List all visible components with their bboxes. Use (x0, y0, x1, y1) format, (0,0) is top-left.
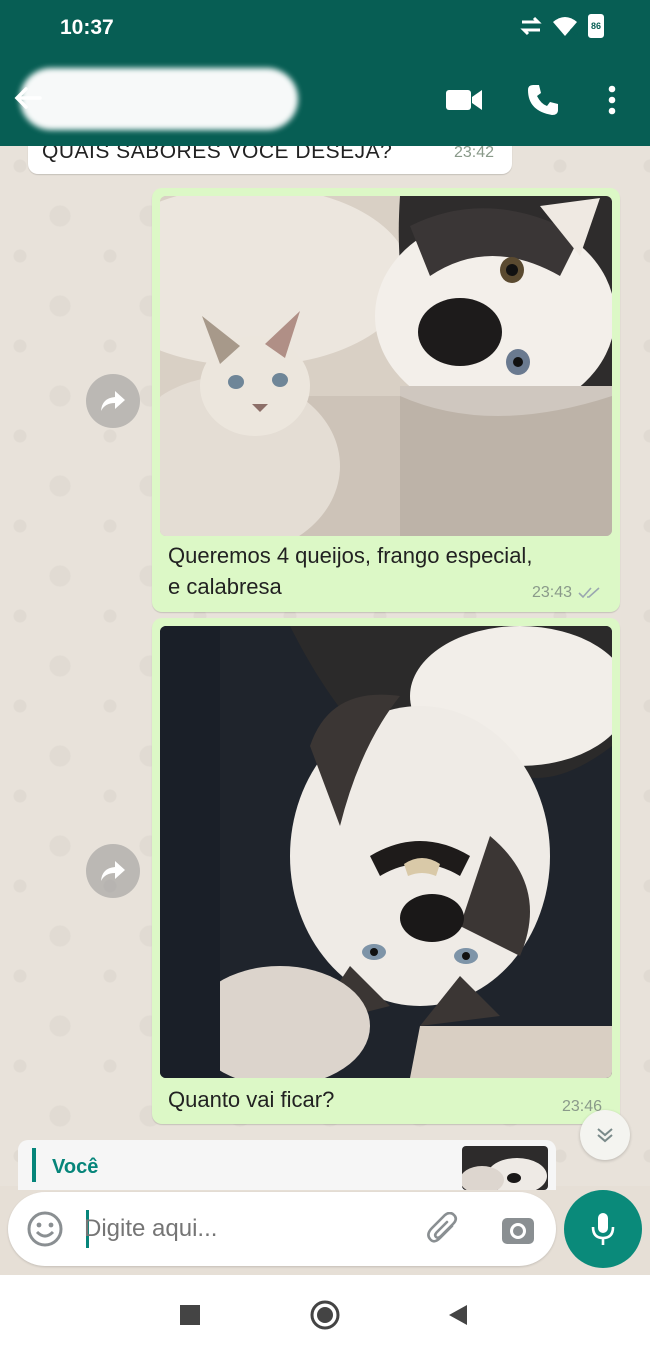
video-camera-icon (446, 90, 482, 110)
more-vert-icon (608, 85, 616, 115)
system-navigation-bar (0, 1275, 650, 1353)
video-call-button[interactable] (444, 80, 484, 120)
emoji-icon[interactable] (26, 1210, 64, 1248)
reply-accent-bar (32, 1148, 36, 1182)
status-time: 10:37 (60, 16, 114, 39)
message-incoming[interactable]: QUAIS SABORES VOCÊ DESEJA? 23:42 (28, 146, 512, 174)
home-button[interactable] (307, 1297, 343, 1333)
message-text: QUAIS SABORES VOCÊ DESEJA? (42, 146, 393, 163)
attachment-icon[interactable] (426, 1212, 462, 1248)
message-composer (8, 1192, 556, 1266)
reply-author: Você (52, 1156, 99, 1178)
photo-image (160, 626, 612, 1078)
circle-icon (310, 1300, 340, 1330)
recents-button[interactable] (172, 1297, 208, 1333)
voice-message-button[interactable] (564, 1190, 642, 1268)
forward-icon (101, 391, 125, 411)
camera-icon[interactable] (500, 1212, 536, 1248)
square-icon (180, 1305, 200, 1325)
message-caption: Quanto vai ficar? (168, 1087, 335, 1112)
forward-icon (101, 861, 125, 881)
double-chevron-down-icon (597, 1128, 613, 1143)
battery-level: 86 (590, 21, 601, 31)
reply-thumbnail (462, 1146, 548, 1190)
reply-preview[interactable]: Você (18, 1140, 556, 1190)
more-options-button[interactable] (592, 80, 632, 120)
message-caption-line: Queremos 4 queijos, frango especial, (168, 543, 533, 568)
wifi-icon (553, 17, 578, 37)
message-time: 23:42 (453, 146, 494, 161)
double-check-icon (578, 587, 600, 599)
photo-husky-upside-down[interactable] (160, 626, 612, 1078)
message-outgoing-image[interactable]: Quanto vai ficar? 23:46 (152, 618, 620, 1124)
message-outgoing-image[interactable]: Queremos 4 queijos, frango especial, e c… (152, 188, 620, 612)
message-meta: 23:43 (532, 584, 602, 602)
chat-header (0, 52, 650, 146)
triangle-back-icon (449, 1305, 467, 1325)
forward-button[interactable] (86, 374, 140, 428)
back-button[interactable] (440, 1297, 476, 1333)
status-bar: 10:37 86 (0, 0, 650, 52)
photo-image (160, 196, 612, 536)
photo-husky-and-kitten[interactable] (160, 196, 612, 536)
forward-button[interactable] (86, 844, 140, 898)
microphone-icon (591, 1213, 615, 1245)
message-time: 23:43 (531, 584, 572, 601)
voice-call-button[interactable] (523, 80, 563, 120)
phone-icon (528, 85, 558, 115)
battery-icon: 86 (588, 14, 604, 38)
chat-area[interactable]: QUAIS SABORES VOCÊ DESEJA? 23:42 Queremo… (0, 146, 650, 1186)
message-input[interactable] (84, 1208, 404, 1250)
contact-name-redacted[interactable] (20, 68, 298, 130)
data-arrows-icon (520, 16, 542, 36)
scroll-to-bottom-button[interactable] (580, 1110, 630, 1160)
status-icons: 86 (520, 14, 604, 38)
